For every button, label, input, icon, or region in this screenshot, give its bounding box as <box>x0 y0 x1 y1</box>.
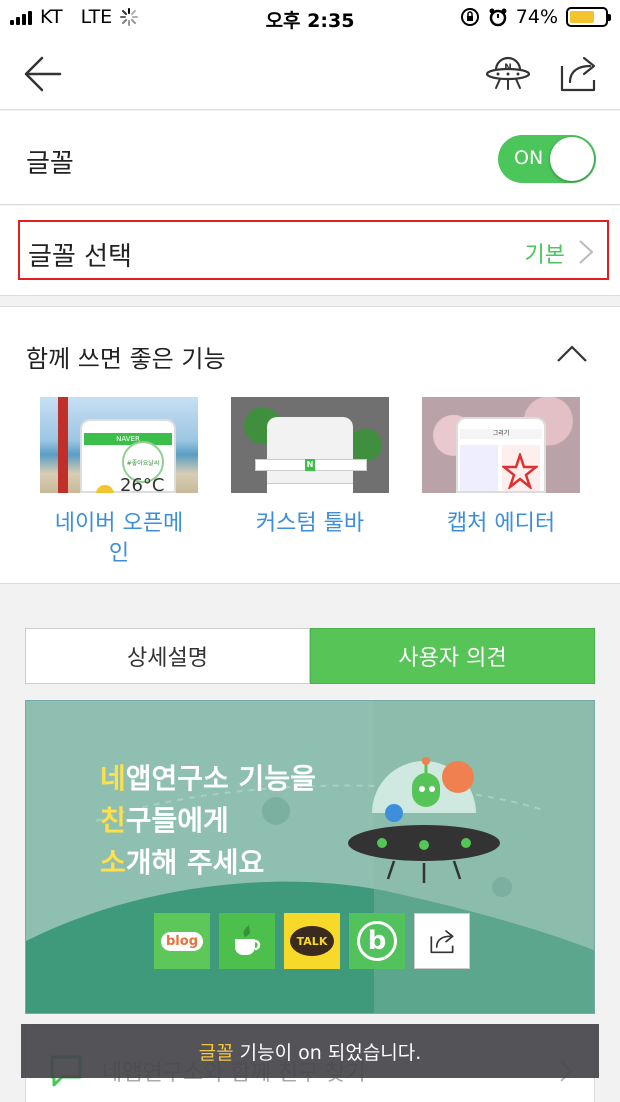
toggle-knob <box>550 137 594 181</box>
font-select-button[interactable]: 글꼴 선택 기본 <box>18 220 609 280</box>
thumb-header: NAVER <box>84 433 172 445</box>
share-buttons: blog TALK b <box>154 913 470 969</box>
toast-notification: 글꼴 기능이 on 되었습니다. <box>21 1024 599 1078</box>
thumb-temperature: 26°C <box>120 475 165 493</box>
feature-card-open-main[interactable]: NAVER #좋아요날씨 26°C 네이버 오픈메 인 <box>40 397 198 569</box>
banner-line-1: 네앱연구소 기능을 <box>100 762 316 795</box>
cafe-cup-icon <box>235 925 261 955</box>
font-select-label: 글꼴 선택 <box>28 242 132 272</box>
naver-cafe-share-button[interactable] <box>219 913 275 969</box>
feature-label-capture-editor: 캡처 에디터 <box>446 511 556 536</box>
thumb-n-logo: N <box>305 459 315 471</box>
related-features-section: 함께 쓰면 좋은 기능 NAVER #좋아요날씨 26°C 네이버 오픈메 인 … <box>0 306 620 584</box>
rotation-lock-icon <box>460 8 479 26</box>
band-icon: b <box>357 921 397 961</box>
feature-label-open-main: 네이버 오픈메 인 <box>54 511 184 566</box>
share-icon <box>430 930 454 954</box>
feature-thumbnail: N <box>231 397 389 493</box>
banner-line-3: 소개해 주세요 <box>100 846 265 879</box>
naver-lab-ufo-icon[interactable]: N <box>484 52 532 94</box>
feature-thumbnail: 그리기 <box>422 397 580 493</box>
font-setting-label: 글꼴 <box>26 149 74 179</box>
back-arrow-icon[interactable] <box>22 54 62 94</box>
blog-icon: blog <box>161 931 203 951</box>
detail-tabs: 상세설명 사용자 의견 <box>25 628 595 684</box>
kakaotalk-share-button[interactable]: TALK <box>284 913 340 969</box>
font-select-value: 기본 <box>524 243 565 268</box>
more-share-button[interactable] <box>414 913 470 969</box>
kakaotalk-icon: TALK <box>290 926 334 956</box>
feature-label-custom-toolbar: 커스텀 툴바 <box>255 511 365 536</box>
status-bar: KT LTE 오후 2:35 74% <box>0 0 620 36</box>
font-setting-row: 글꼴 ON <box>0 111 620 205</box>
toggle-state-label: ON <box>514 147 544 169</box>
tab-user-feedback[interactable]: 사용자 의견 <box>310 628 595 684</box>
top-navigation-bar: N <box>0 36 620 110</box>
alarm-icon <box>489 8 507 27</box>
feature-thumbnail: NAVER #좋아요날씨 26°C <box>40 397 198 493</box>
band-share-button[interactable]: b <box>349 913 405 969</box>
banner-line-2: 친구들에게 <box>100 804 229 837</box>
battery-icon <box>566 7 611 27</box>
battery-percent: 74% <box>515 6 558 28</box>
font-toggle-switch[interactable]: ON <box>498 135 596 183</box>
thumb-title: 그리기 <box>460 429 542 439</box>
chevron-right-icon <box>579 240 594 264</box>
invite-friends-banner: 네앱연구소 기능을 친구들에게 소개해 주세요 blog TALK b <box>25 700 595 1014</box>
tab-detail-description[interactable]: 상세설명 <box>25 628 310 684</box>
toast-message: 기능이 on 되었습니다. <box>233 1041 422 1064</box>
feature-card-capture-editor[interactable]: 그리기 캡처 에디터 <box>422 397 580 539</box>
chevron-up-icon[interactable] <box>556 343 588 363</box>
toast-highlight: 글꼴 <box>198 1041 234 1064</box>
related-features-title: 함께 쓰면 좋은 기능 <box>26 345 226 373</box>
feature-card-custom-toolbar[interactable]: N 커스텀 툴바 <box>231 397 389 539</box>
share-icon[interactable] <box>556 52 600 94</box>
font-select-row: 글꼴 선택 기본 <box>0 206 620 296</box>
naver-blog-share-button[interactable]: blog <box>154 913 210 969</box>
